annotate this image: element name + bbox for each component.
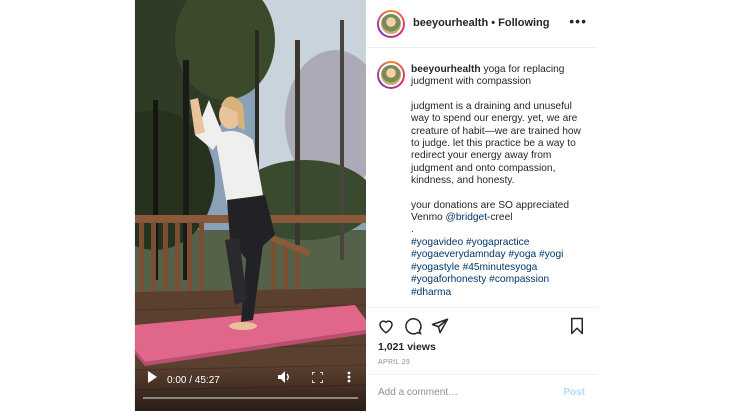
- caption-text: beeyourhealth yoga for replacing judgmen…: [411, 64, 591, 299]
- instagram-post: 0:00 / 45:27 beeyourhealth • Following •…: [134, 0, 597, 411]
- caption-period: .: [411, 224, 414, 236]
- volume-icon[interactable]: [278, 371, 291, 387]
- more-options-icon[interactable]: •••: [569, 13, 587, 29]
- caption-donation: your donations are SO appreciated Venmo …: [411, 200, 591, 237]
- view-count[interactable]: 1,021 views: [378, 341, 436, 353]
- hashtag-link[interactable]: #yogavideo: [411, 237, 463, 248]
- following-button[interactable]: Following: [498, 17, 549, 29]
- play-icon[interactable]: [147, 371, 157, 387]
- caption-title-line: beeyourhealth yoga for replacing judgmen…: [411, 64, 591, 89]
- header-username[interactable]: beeyourhealth: [413, 17, 488, 29]
- hashtag-link[interactable]: #yogapractice: [466, 237, 529, 248]
- caption-username[interactable]: beeyourhealth: [411, 64, 481, 75]
- comment-box: Post: [367, 374, 597, 411]
- header-separator: •: [491, 17, 496, 29]
- venmo-mention-link[interactable]: @bridget: [446, 212, 488, 223]
- post-date: APRIL 29: [378, 359, 411, 366]
- more-vertical-icon[interactable]: [347, 371, 351, 387]
- avatar[interactable]: [377, 10, 405, 38]
- comment-icon[interactable]: [404, 317, 422, 335]
- hashtag-link[interactable]: #dharma: [411, 287, 451, 298]
- video-time: 0:00 / 45:27: [167, 375, 220, 386]
- hashtag-link[interactable]: #yoga: [508, 249, 536, 260]
- hashtag-link[interactable]: #yogaforhonesty: [411, 274, 486, 285]
- fullscreen-icon[interactable]: [311, 371, 324, 387]
- post-actions: 1,021 views APRIL 29: [367, 307, 597, 373]
- hashtag-list: #yogavideo #yogapractice #yogaeverydamnd…: [411, 237, 591, 299]
- caption-avatar[interactable]: [377, 61, 405, 89]
- donation-text: your donations are SO appreciated: [411, 199, 570, 211]
- header-user-line: beeyourhealth • Following: [413, 17, 550, 29]
- hashtag-link[interactable]: #yogastyle: [411, 262, 460, 273]
- video-player[interactable]: 0:00 / 45:27: [135, 0, 366, 411]
- hashtag-link[interactable]: #45minutesyoga: [463, 262, 538, 273]
- hashtag-link[interactable]: #yogi: [539, 249, 563, 260]
- bookmark-icon[interactable]: [569, 317, 587, 335]
- caption-body: judgment is a draining and unuseful way …: [411, 100, 581, 187]
- hashtag-link[interactable]: #yogaeverydamnday: [411, 249, 506, 260]
- venmo-suffix: -creel: [487, 212, 513, 224]
- venmo-line: Venmo @bridget-creel: [411, 212, 591, 224]
- post-header: beeyourhealth • Following •••: [367, 0, 597, 48]
- share-icon[interactable]: [431, 317, 449, 335]
- post-comment-button[interactable]: Post: [563, 387, 585, 398]
- comment-input[interactable]: [378, 387, 548, 398]
- video-progress-bar[interactable]: [143, 397, 358, 399]
- heart-icon[interactable]: [377, 317, 395, 335]
- venmo-prefix: Venmo: [411, 212, 446, 224]
- hashtag-link[interactable]: #compassion: [489, 274, 549, 285]
- post-side-panel: beeyourhealth • Following ••• beeyourhea…: [367, 0, 597, 411]
- video-controls: 0:00 / 45:27: [135, 365, 366, 411]
- video-frame: [135, 0, 366, 411]
- post-caption: beeyourhealth yoga for replacing judgmen…: [367, 49, 597, 307]
